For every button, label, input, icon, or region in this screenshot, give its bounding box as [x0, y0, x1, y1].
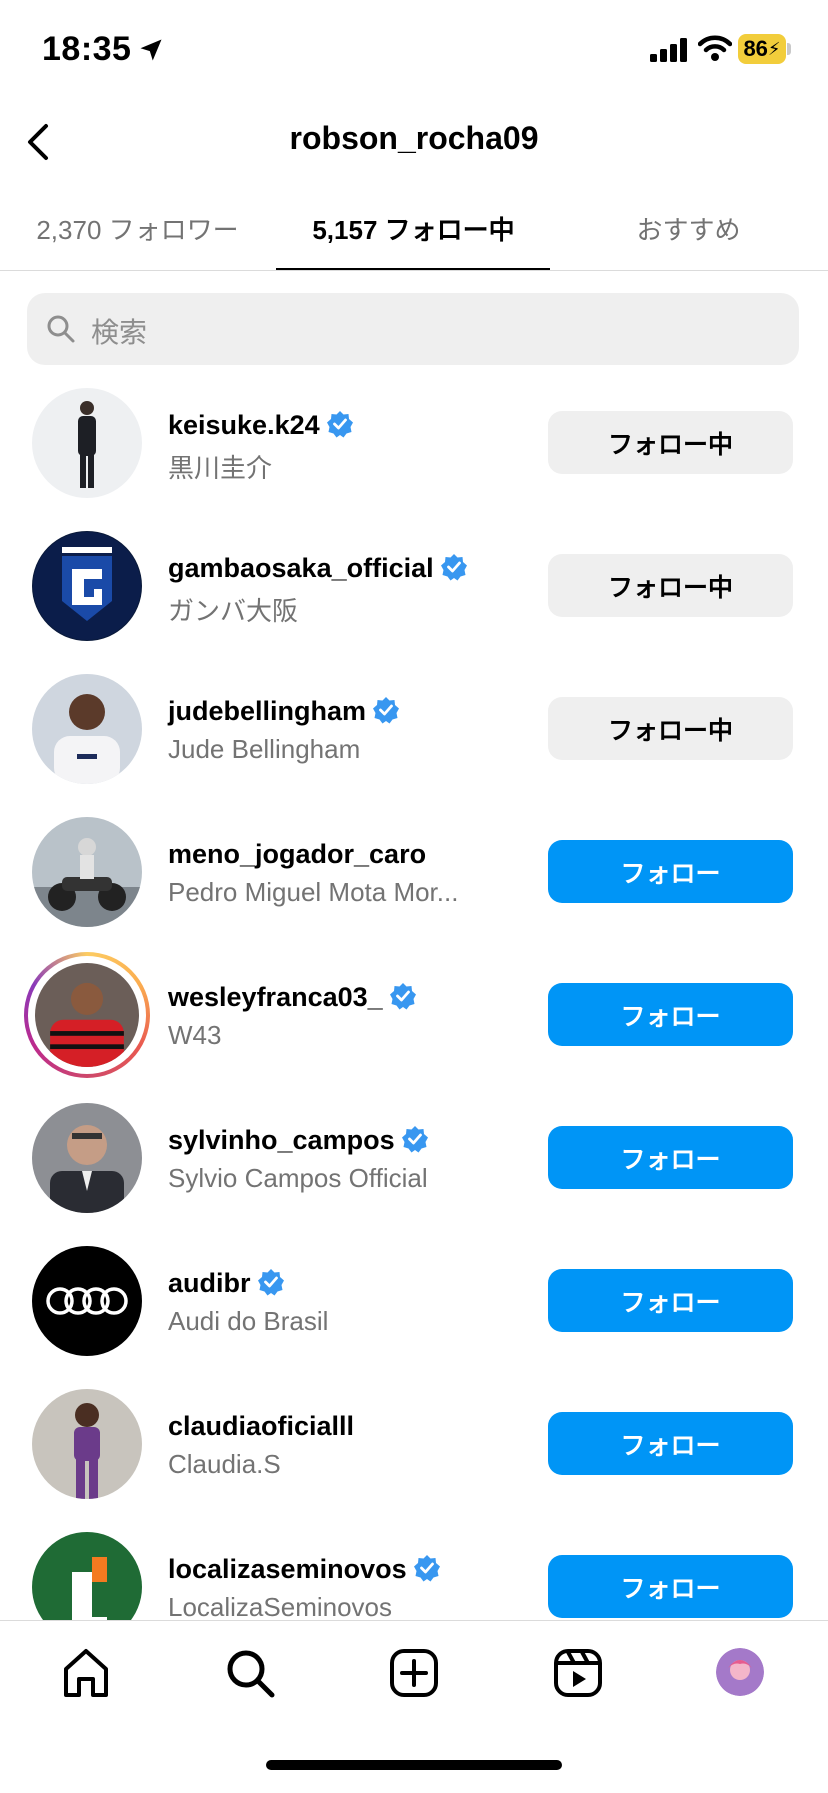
new-post-icon: [390, 1649, 438, 1697]
username[interactable]: sylvinho_campos: [168, 1125, 429, 1156]
username[interactable]: keisuke.k24: [168, 410, 354, 441]
list-item[interactable]: claudiaoficialll Claudia.S フォロー: [0, 1381, 828, 1524]
search-icon: [227, 1650, 275, 1698]
verified-badge-icon: [373, 697, 400, 724]
follow-button[interactable]: フォロー: [548, 983, 793, 1046]
avatar[interactable]: [32, 1246, 142, 1356]
full-name: ガンバ大阪: [168, 596, 299, 626]
full-name: Jude Bellingham: [168, 734, 361, 764]
page-title: robson_rocha09: [289, 120, 539, 156]
full-name: 黒川圭介: [168, 453, 273, 483]
follow-button[interactable]: フォロー: [548, 840, 793, 903]
nav-reels[interactable]: [550, 1645, 606, 1701]
list-item[interactable]: gambaosaka_official ガンバ大阪 フォロー中: [0, 523, 828, 666]
tab-suggested[interactable]: おすすめ: [551, 210, 826, 247]
location-arrow-icon: [140, 39, 162, 61]
follow-button[interactable]: フォロー: [548, 1555, 793, 1618]
list-item[interactable]: keisuke.k24 黒川圭介 フォロー中: [0, 380, 828, 523]
full-name: Pedro Miguel Mota Mor...: [168, 877, 459, 907]
search-input[interactable]: 検索: [27, 293, 799, 365]
avatar[interactable]: [32, 817, 142, 927]
list-item[interactable]: meno_jogador_caro Pedro Miguel Mota Mor.…: [0, 809, 828, 952]
follow-button[interactable]: フォロー: [548, 1126, 793, 1189]
verified-badge-icon: [389, 983, 416, 1010]
username[interactable]: claudiaoficialll: [168, 1411, 354, 1442]
active-tab-indicator: [276, 268, 550, 270]
username[interactable]: judebellingham: [168, 696, 400, 727]
full-name: Sylvio Campos Official: [168, 1163, 428, 1193]
charging-bolt-icon: ⚡: [767, 38, 781, 59]
username-text: meno_jogador_caro: [168, 839, 427, 869]
username-text: judebellingham: [168, 696, 367, 726]
username-text: wesleyfranca03_: [168, 982, 383, 1012]
status-time: 18:35: [42, 30, 132, 68]
following-list: keisuke.k24 黒川圭介 フォロー中 gambaosaka_offici…: [0, 380, 828, 1620]
battery-level: 86: [743, 36, 768, 61]
tab-followers[interactable]: 2,370 フォロワー: [0, 210, 275, 247]
list-item[interactable]: wesleyfranca03_ W43 フォロー: [0, 952, 828, 1095]
full-name: W43: [168, 1020, 222, 1050]
verified-badge-icon: [257, 1269, 284, 1296]
username[interactable]: audibr: [168, 1268, 285, 1299]
avatar[interactable]: [32, 388, 142, 498]
battery-indicator: 86 ⚡: [738, 34, 786, 64]
following-button[interactable]: フォロー中: [548, 697, 793, 760]
follow-button[interactable]: フォロー: [548, 1269, 793, 1332]
list-item[interactable]: audibr Audi do Brasil フォロー: [0, 1238, 828, 1381]
nav-search[interactable]: [222, 1645, 278, 1701]
home-indicator: [266, 1760, 562, 1770]
reels-icon: [554, 1649, 602, 1697]
tab-following[interactable]: 5,157 フォロー中: [276, 210, 551, 247]
list-item[interactable]: judebellingham Jude Bellingham フォロー中: [0, 666, 828, 809]
tab-bar: 2,370 フォロワー 5,157 フォロー中 おすすめ: [0, 190, 828, 271]
verified-badge-icon: [413, 1555, 440, 1582]
following-button[interactable]: フォロー中: [548, 554, 793, 617]
verified-badge-icon: [326, 411, 353, 438]
username-text: localizaseminovos: [168, 1554, 407, 1584]
search-icon: [47, 315, 75, 343]
full-name: Claudia.S: [168, 1449, 281, 1479]
verified-badge-icon: [440, 554, 467, 581]
avatar[interactable]: [35, 963, 139, 1067]
full-name: LocalizaSeminovos: [168, 1592, 393, 1620]
list-item[interactable]: sylvinho_campos Sylvio Campos Official フ…: [0, 1095, 828, 1238]
follow-button[interactable]: フォロー: [548, 1412, 793, 1475]
wifi-icon: [698, 35, 732, 61]
avatar[interactable]: [32, 674, 142, 784]
avatar[interactable]: [32, 1389, 142, 1499]
username[interactable]: meno_jogador_caro: [168, 839, 426, 870]
username-text: keisuke.k24: [168, 410, 320, 440]
username-text: claudiaoficialll: [168, 1411, 355, 1441]
avatar[interactable]: [32, 1532, 142, 1620]
nav-home[interactable]: [58, 1645, 114, 1701]
avatar[interactable]: [32, 1103, 142, 1213]
status-bar: 18:35 86 ⚡: [0, 0, 828, 100]
battery-nub: [787, 43, 791, 55]
nav-profile-avatar[interactable]: [716, 1648, 764, 1696]
username-text: audibr: [168, 1268, 251, 1298]
home-icon: [64, 1649, 108, 1697]
avatar[interactable]: [32, 531, 142, 641]
list-item[interactable]: localizaseminovos LocalizaSeminovos フォロー: [0, 1524, 828, 1620]
username[interactable]: gambaosaka_official: [168, 553, 468, 584]
username[interactable]: wesleyfranca03_: [168, 982, 417, 1013]
verified-badge-icon: [401, 1126, 428, 1153]
full-name: Audi do Brasil: [168, 1306, 329, 1336]
cellular-signal-icon: [650, 38, 687, 62]
following-button[interactable]: フォロー中: [548, 411, 793, 474]
search-placeholder: 検索: [91, 317, 148, 348]
nav-create[interactable]: [386, 1645, 442, 1701]
username-text: sylvinho_campos: [168, 1125, 395, 1155]
username[interactable]: localizaseminovos: [168, 1554, 441, 1585]
username-text: gambaosaka_official: [168, 553, 434, 583]
